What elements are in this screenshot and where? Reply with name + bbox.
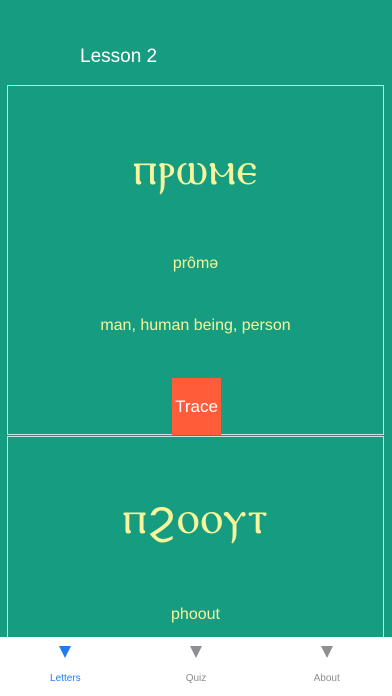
tab-label: Quiz [185,673,207,684]
tab-label: About [313,673,340,684]
triangle-down-icon [190,646,202,658]
word-card: ⲡⲣⲱⲙⲉ prômə man, human being, person Tra… [7,85,384,435]
trace-button[interactable]: Trace [172,378,221,435]
word-card: ⲡϩⲟⲟⲩⲧ phoout [7,436,384,641]
word-meaning: man, human being, person [100,317,291,334]
coptic-word: ⲡϩⲟⲟⲩⲧ [122,490,269,544]
triangle-down-icon [59,646,72,658]
tab-label: Letters [50,673,81,684]
coptic-word: ⲡⲣⲱⲙⲉ [132,141,259,195]
triangle-down-icon [320,646,333,658]
lesson-title: Lesson 2 [80,46,158,67]
tab-bar: Letters Quiz About [0,637,392,696]
transliteration: prômə [172,255,219,272]
tab-quiz[interactable]: Quiz [131,637,262,696]
transliteration: phoout [171,606,220,623]
tab-letters[interactable]: Letters [0,637,131,696]
tab-about[interactable]: About [261,637,392,696]
